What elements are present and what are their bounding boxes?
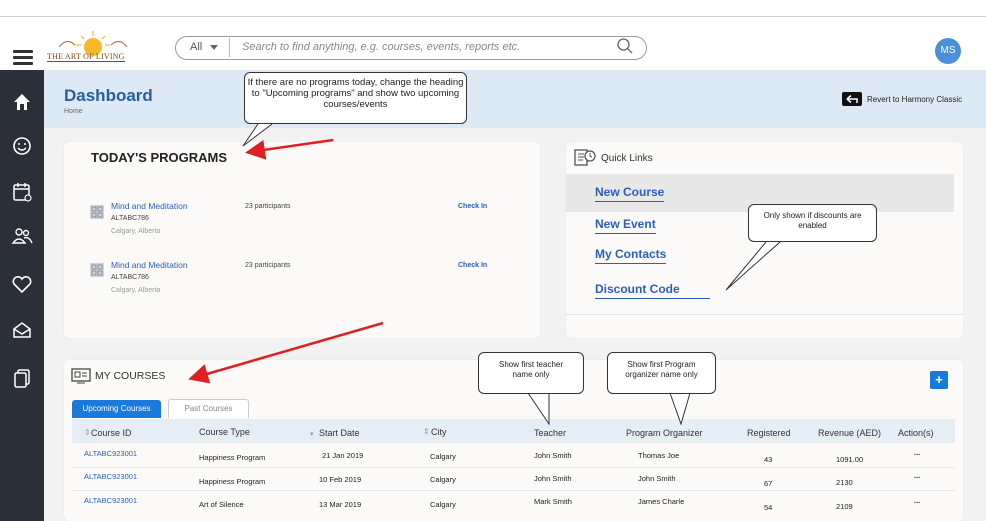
callout-tail: [725, 241, 781, 291]
callout-discount: Only shown if discounts are enabled: [748, 204, 877, 242]
annotation-arrow: [245, 138, 334, 160]
annotation-arrow: [188, 321, 384, 384]
callout-teacher: Show first teacher name only: [478, 352, 584, 394]
callout-tail: [242, 123, 273, 147]
callout-tail: [527, 392, 550, 426]
callout-tail: [669, 392, 691, 426]
annotation-overlay: [188, 123, 781, 426]
callout-no-programs: If there are no programs today, change t…: [244, 72, 467, 124]
callout-organizer: Show first Program organizer name only: [607, 352, 716, 394]
